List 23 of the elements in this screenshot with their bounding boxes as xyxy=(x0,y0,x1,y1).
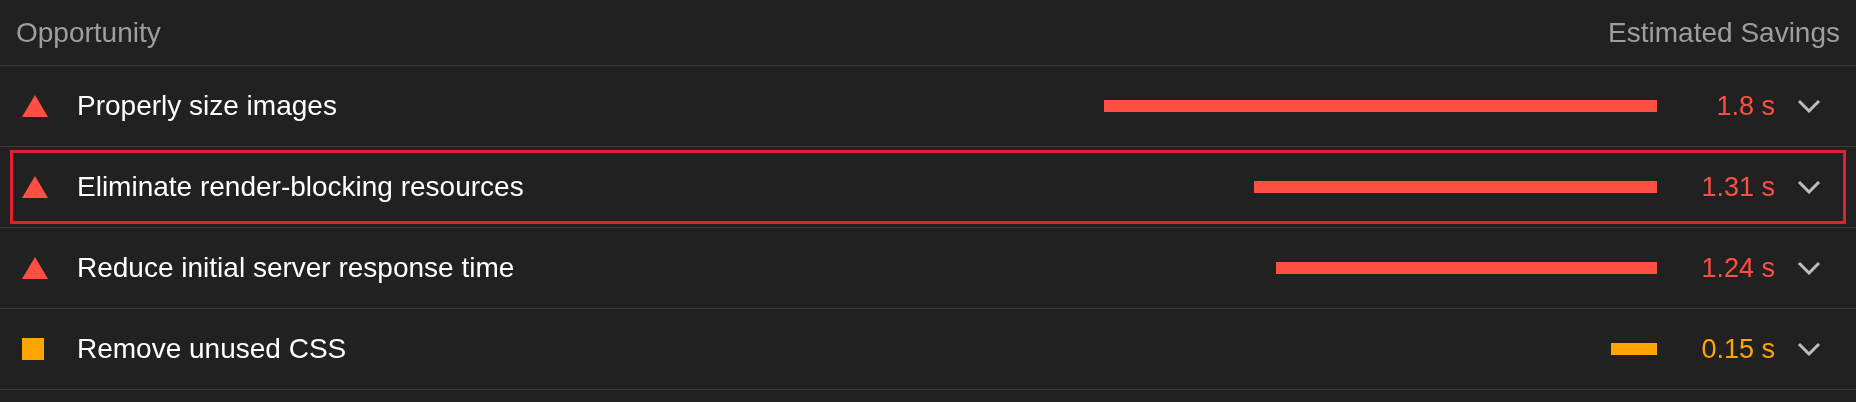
warning-triangle-icon xyxy=(22,176,48,198)
square-icon xyxy=(22,338,44,360)
audit-row[interactable]: Properly size images 1.8 s xyxy=(10,69,1846,143)
audit-title: Reduce initial server response time xyxy=(77,251,515,285)
warning-triangle-icon xyxy=(22,257,48,279)
audit-title: Eliminate render-blocking resources xyxy=(77,170,524,204)
audit-title: Properly size images xyxy=(77,89,337,123)
column-heading: Estimated Savings xyxy=(1608,15,1840,50)
column-heading: Opportunity xyxy=(16,15,161,50)
savings-bar xyxy=(1611,343,1657,355)
savings-value: 1.24 s xyxy=(1700,251,1775,285)
audit-title: Remove unused CSS xyxy=(77,332,347,366)
chevron-icon[interactable] xyxy=(1797,99,1821,113)
chevron-icon[interactable] xyxy=(1797,342,1821,356)
audit-row[interactable]: Remove unused CSS 0.15 s xyxy=(10,312,1846,386)
savings-value: 0.15 s xyxy=(1700,332,1775,366)
audit-row[interactable]: Reduce initial server response time 1.24 s xyxy=(10,231,1846,305)
savings-value: 1.31 s xyxy=(1700,170,1775,204)
savings-value: 1.8 s xyxy=(1715,89,1775,123)
chevron-icon[interactable] xyxy=(1797,180,1821,194)
warning-triangle-icon xyxy=(22,95,48,117)
chevron-icon[interactable] xyxy=(1797,261,1821,275)
audit-row[interactable]: Eliminate render-blocking resources 1.31 s xyxy=(10,150,1846,224)
